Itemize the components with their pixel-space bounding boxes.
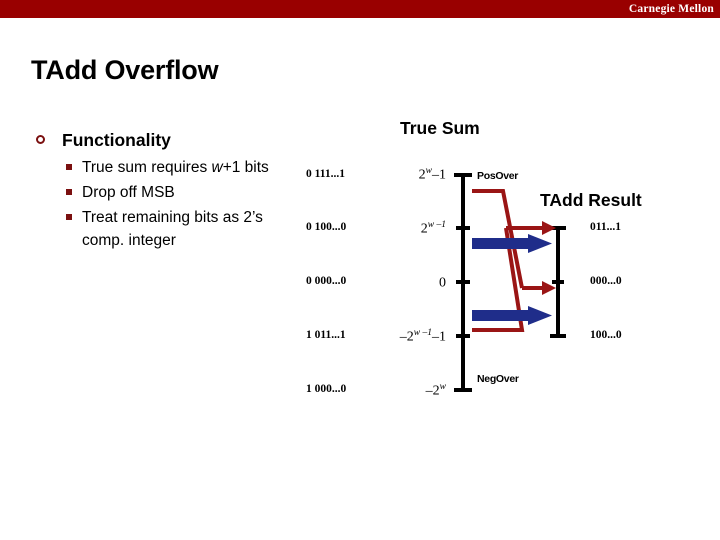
bit-pattern-3: 1 011...1 <box>306 329 346 341</box>
bullet-level1-functionality: Functionality <box>33 128 303 152</box>
diagram-graphics <box>454 173 566 392</box>
true-sum-heading: True Sum <box>400 118 480 138</box>
bit-pattern-2: 0 000...0 <box>306 275 347 287</box>
true-sum-tick-0: 2w–1 <box>418 166 446 183</box>
bullet-text-post: +1 bits <box>222 159 269 176</box>
bullet-text: Drop off MSB <box>82 184 175 201</box>
bit-pattern-0: 0 111...1 <box>306 168 345 180</box>
bullet-item-twos-comp: Treat remaining bits as 2’s comp. intege… <box>33 206 303 252</box>
tadd-result-heading: TAdd Result <box>540 190 642 210</box>
true-sum-axis <box>454 173 472 392</box>
bullet-list: Functionality True sum requires w+1 bits… <box>33 128 303 252</box>
square-bullet-icon <box>66 214 72 220</box>
neg-over-label: NegOver <box>477 373 519 385</box>
bullet-level1-label: Functionality <box>62 130 171 150</box>
bullet-text-pre: True sum requires <box>82 159 212 176</box>
square-bullet-icon <box>66 189 72 195</box>
result-bits-0: 011...1 <box>590 221 621 233</box>
result-bits-2: 100...0 <box>590 329 622 341</box>
square-bullet-icon <box>66 164 72 170</box>
true-sum-tick-3: –2w –1–1 <box>399 328 446 345</box>
page-title: TAdd Overflow <box>31 55 219 85</box>
bit-pattern-4: 1 000...0 <box>306 383 347 395</box>
result-bits-1: 000...0 <box>590 275 622 287</box>
bit-pattern-1: 0 100...0 <box>306 221 347 233</box>
true-sum-tick-2: 0 <box>439 275 446 291</box>
tadd-result-axis <box>550 226 566 338</box>
true-sum-tick-4: –2w <box>425 382 446 399</box>
carnegie-mellon-brand: Carnegie Mellon <box>628 3 714 15</box>
bullet-item-true-sum-bits: True sum requires w+1 bits <box>33 156 303 179</box>
bullet-text-var: w <box>211 159 223 176</box>
pos-over-label: PosOver <box>477 170 519 182</box>
ring-bullet-icon <box>36 135 45 144</box>
bullet-item-drop-msb: Drop off MSB <box>33 181 303 204</box>
tadd-overflow-diagram: True Sum TAdd Result 0 111...1 0 100...0… <box>300 118 720 408</box>
bullet-text: Treat remaining bits as 2’s comp. intege… <box>82 209 263 249</box>
header-band: Carnegie Mellon <box>0 0 720 18</box>
blue-passthrough-arrows <box>472 234 552 325</box>
true-sum-tick-1: 2w –1 <box>420 220 446 237</box>
